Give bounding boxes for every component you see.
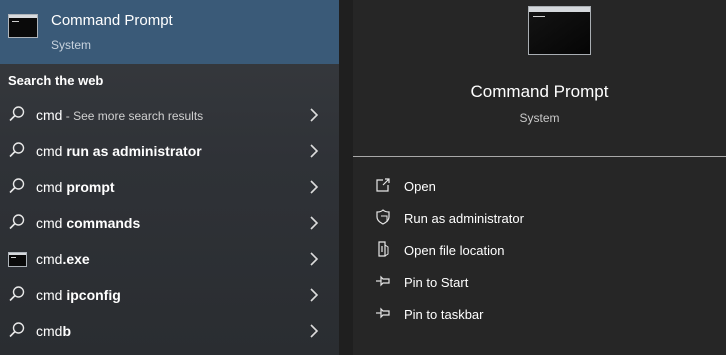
pin-icon xyxy=(376,307,390,319)
web-result-label: cmdb xyxy=(36,323,72,339)
search-icon xyxy=(9,322,25,338)
action-open-file-location[interactable]: Open file location xyxy=(353,235,726,265)
action-label: Run as administrator xyxy=(404,211,524,226)
open-icon xyxy=(376,178,390,192)
action-label: Pin to taskbar xyxy=(404,307,484,322)
web-result-label: cmd ipconfig xyxy=(36,287,121,303)
web-result-cmd-commands[interactable]: cmd commands xyxy=(0,205,339,241)
web-result-label: cmd.exe xyxy=(36,251,90,267)
shield-icon xyxy=(376,209,390,225)
web-result-cmd[interactable]: cmd - See more search results xyxy=(0,97,339,133)
search-icon xyxy=(9,286,25,302)
action-label: Open xyxy=(404,179,436,194)
web-result-cmdb[interactable]: cmdb xyxy=(0,313,339,349)
chevron-right-icon xyxy=(310,324,319,338)
web-result-cmd-ipconfig[interactable]: cmd ipconfig xyxy=(0,277,339,313)
action-label: Open file location xyxy=(404,243,505,258)
preview-panel: Command Prompt System Open Run as admini… xyxy=(353,0,726,355)
web-result-label: cmd prompt xyxy=(36,179,115,195)
divider xyxy=(353,156,726,157)
preview-subtitle: System xyxy=(519,111,560,125)
chevron-right-icon xyxy=(310,144,319,158)
web-result-label: cmd commands xyxy=(36,215,141,231)
chevron-right-icon xyxy=(310,288,319,302)
file-location-icon xyxy=(378,241,389,257)
web-result-cmd-exe[interactable]: cmd.exe xyxy=(0,241,339,277)
search-icon xyxy=(9,142,25,158)
search-icon xyxy=(9,214,25,230)
best-match-subtitle: System xyxy=(51,38,92,52)
pin-icon xyxy=(376,275,390,287)
action-pin-to-start[interactable]: Pin to Start xyxy=(353,267,726,297)
search-icon xyxy=(9,178,25,194)
web-result-cmd-run-as-administrator[interactable]: cmd run as administrator xyxy=(0,133,339,169)
command-prompt-icon xyxy=(528,6,591,55)
action-open[interactable]: Open xyxy=(353,171,726,201)
chevron-right-icon xyxy=(310,252,319,266)
search-the-web-heading: Search the web xyxy=(8,73,104,88)
web-result-label: cmd run as administrator xyxy=(36,143,202,159)
action-label: Pin to Start xyxy=(404,275,469,290)
search-icon xyxy=(9,106,25,122)
web-result-label: cmd - See more search results xyxy=(36,107,204,123)
command-prompt-icon xyxy=(8,252,27,267)
web-result-cmd-prompt[interactable]: cmd prompt xyxy=(0,169,339,205)
chevron-right-icon xyxy=(310,180,319,194)
preview-title: Command Prompt xyxy=(470,82,609,101)
chevron-right-icon xyxy=(310,216,319,230)
best-match-title: Command Prompt xyxy=(51,12,173,29)
command-prompt-icon xyxy=(8,14,38,38)
action-run-as-administrator[interactable]: Run as administrator xyxy=(353,203,726,233)
chevron-right-icon xyxy=(310,108,319,122)
search-results-panel: Command Prompt System Search the web cmd… xyxy=(0,0,339,355)
best-match-command-prompt[interactable]: Command Prompt System xyxy=(0,0,339,64)
action-pin-to-taskbar[interactable]: Pin to taskbar xyxy=(353,299,726,329)
